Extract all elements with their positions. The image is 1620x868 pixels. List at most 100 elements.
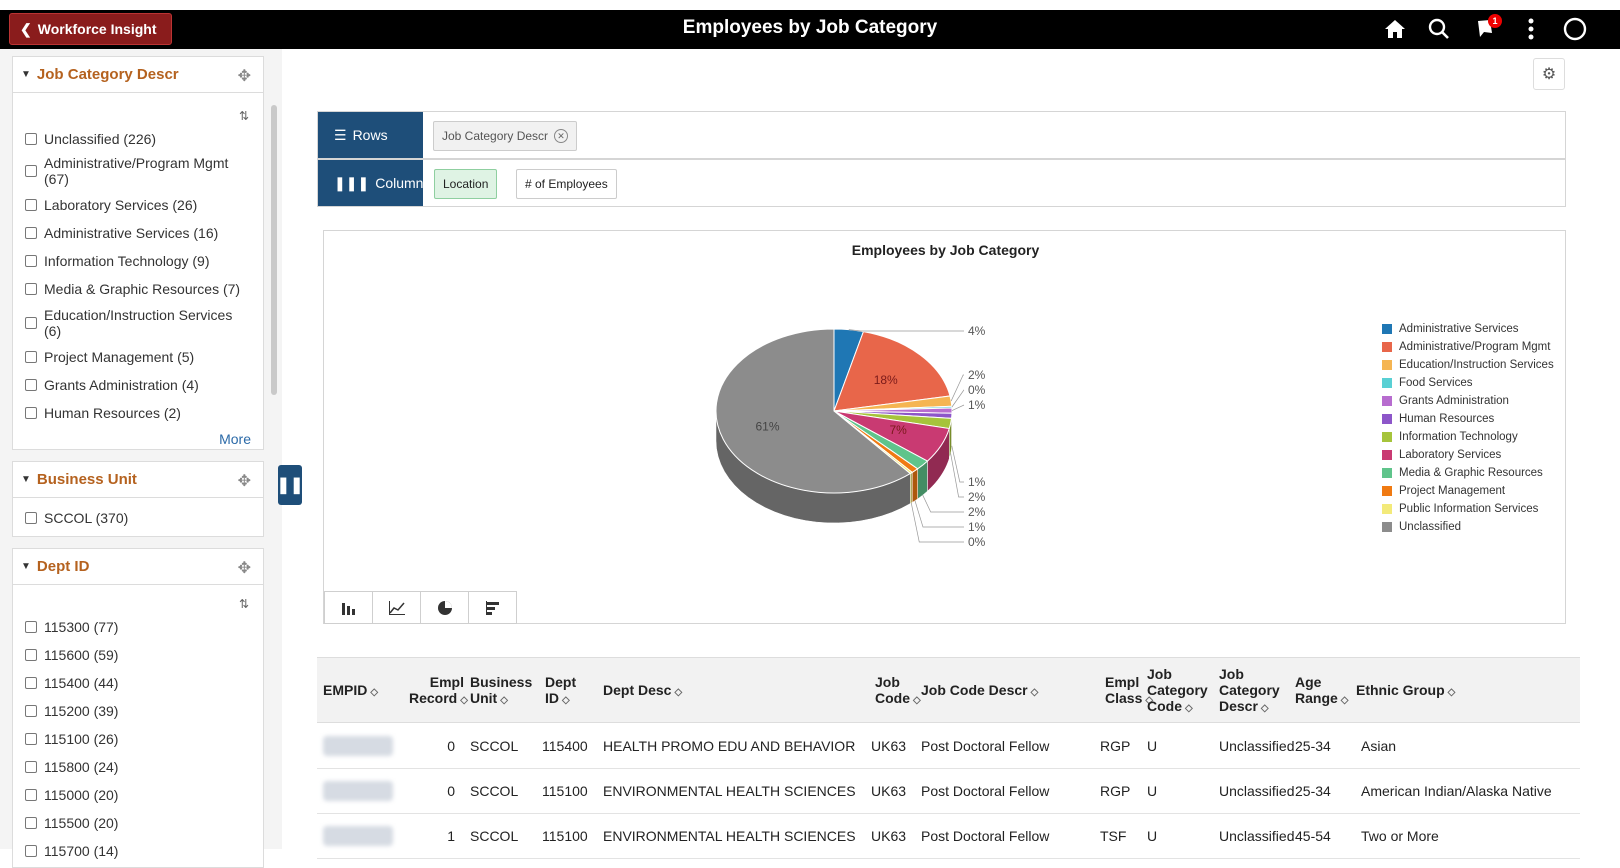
column-chip-location[interactable]: Location <box>434 169 497 199</box>
column-header[interactable]: JobCategoryCode◇ <box>1147 666 1208 717</box>
facet-option[interactable]: 115800 (24) <box>25 759 118 775</box>
facet-option[interactable]: 115200 (39) <box>25 703 118 719</box>
column-header[interactable]: EMPID◇ <box>323 682 378 701</box>
column-header[interactable]: Job Code Descr◇ <box>921 682 1038 701</box>
facet-option[interactable]: Media & Graphic Resources (7) <box>25 281 240 297</box>
collapse-triangle-icon[interactable]: ▼ <box>21 69 31 80</box>
notifications-icon[interactable]: 1 <box>1473 14 1503 44</box>
legend-item[interactable]: Administrative Services <box>1382 320 1554 338</box>
facet-option[interactable]: 115500 (20) <box>25 815 118 831</box>
collapse-panel-button[interactable]: ❚❚ <box>278 465 302 505</box>
remove-icon[interactable]: ✕ <box>554 129 568 143</box>
facet-scrollbar[interactable] <box>271 105 277 395</box>
legend-item[interactable]: Education/Instruction Services <box>1382 356 1554 374</box>
bar-chart-button[interactable] <box>324 591 373 624</box>
facet-option[interactable]: 115700 (14) <box>25 843 118 859</box>
column-header[interactable]: BusinessUnit◇ <box>470 674 532 709</box>
checkbox[interactable] <box>25 677 37 689</box>
sort-icon[interactable]: ◇ <box>460 695 468 706</box>
facet-option[interactable]: Education/Instruction Services (6) <box>25 307 245 339</box>
checkbox[interactable] <box>25 817 37 829</box>
column-header[interactable]: Dept Desc◇ <box>603 682 682 701</box>
pie-chart[interactable]: 18%7%61%4%2%0%1%1%2%2%1%0% <box>324 261 1384 611</box>
facet-option[interactable]: Human Resources (2) <box>25 405 181 421</box>
table-row[interactable]: 0SCCOL115400HEALTH PROMO EDU AND BEHAVIO… <box>317 724 1580 769</box>
checkbox[interactable] <box>25 733 37 745</box>
actions-menu-icon[interactable] <box>1516 14 1546 44</box>
column-header[interactable]: Ethnic Group◇ <box>1356 682 1455 701</box>
checkbox[interactable] <box>25 199 37 211</box>
table-row[interactable]: 1SCCOL115100ENVIRONMENTAL HEALTH SCIENCE… <box>317 814 1580 859</box>
legend-item[interactable]: Unclassified <box>1382 518 1554 536</box>
collapse-triangle-icon[interactable]: ▼ <box>21 474 31 485</box>
sort-icon[interactable]: ◇ <box>1031 687 1039 698</box>
settings-button[interactable]: ⚙ <box>1533 58 1565 90</box>
facet-option[interactable]: 115100 (26) <box>25 731 118 747</box>
facet-option[interactable]: Administrative/Program Mgmt (67) <box>25 155 245 187</box>
legend-item[interactable]: Information Technology <box>1382 428 1554 446</box>
checkbox[interactable] <box>25 761 37 773</box>
home-icon[interactable] <box>1380 14 1410 44</box>
facet-option[interactable]: Administrative Services (16) <box>25 225 218 241</box>
legend-item[interactable]: Public Information Services <box>1382 500 1554 518</box>
legend-item[interactable]: Grants Administration <box>1382 392 1554 410</box>
sort-icon[interactable]: ◇ <box>1341 695 1349 706</box>
checkbox[interactable] <box>25 789 37 801</box>
column-chip-employees[interactable]: # of Employees <box>516 169 617 199</box>
checkbox[interactable] <box>25 255 37 267</box>
checkbox[interactable] <box>25 317 37 329</box>
sort-icon[interactable]: ◇ <box>562 695 570 706</box>
checkbox[interactable] <box>25 407 37 419</box>
column-header[interactable]: JobCode◇ <box>875 674 921 709</box>
facet-business-unit-header[interactable]: ▼ Business Unit ✥ <box>13 462 263 498</box>
column-header[interactable]: EmplClass◇ <box>1105 674 1153 709</box>
column-header[interactable]: EmplRecord◇ <box>409 674 464 709</box>
checkbox[interactable] <box>25 283 37 295</box>
more-link[interactable]: More <box>219 431 251 447</box>
facet-option[interactable]: 115600 (59) <box>25 647 118 663</box>
facet-job-category-header[interactable]: ▼ Job Category Descr ✥ <box>13 57 263 93</box>
sort-icon[interactable]: ◇ <box>500 695 508 706</box>
facet-option[interactable]: 115000 (20) <box>25 787 118 803</box>
sort-icon[interactable]: ◇ <box>1185 703 1193 714</box>
checkbox[interactable] <box>25 845 37 857</box>
checkbox[interactable] <box>25 379 37 391</box>
legend-item[interactable]: Administrative/Program Mgmt <box>1382 338 1554 356</box>
line-chart-button[interactable] <box>372 591 421 624</box>
facet-option[interactable]: Project Management (5) <box>25 349 194 365</box>
search-icon[interactable] <box>1424 14 1454 44</box>
facet-option[interactable]: 115400 (44) <box>25 675 118 691</box>
column-header[interactable]: JobCategoryDescr◇ <box>1219 666 1280 717</box>
facet-option[interactable]: Grants Administration (4) <box>25 377 199 393</box>
facet-option[interactable]: Laboratory Services (26) <box>25 197 197 213</box>
checkbox[interactable] <box>25 649 37 661</box>
facet-option[interactable]: SCCOL (370) <box>25 510 128 526</box>
pie-slice-side[interactable] <box>912 469 917 503</box>
sort-icon[interactable]: ◇ <box>913 695 921 706</box>
checkbox[interactable] <box>25 512 37 524</box>
checkbox[interactable] <box>25 227 37 239</box>
facet-option[interactable]: 115300 (77) <box>25 619 118 635</box>
legend-item[interactable]: Project Management <box>1382 482 1554 500</box>
legend-item[interactable]: Human Resources <box>1382 410 1554 428</box>
facet-option[interactable]: Information Technology (9) <box>25 253 210 269</box>
facet-dept-id-header[interactable]: ▼ Dept ID ✥ <box>13 549 263 585</box>
sort-icon[interactable]: ⇅ <box>239 597 249 611</box>
checkbox[interactable] <box>25 351 37 363</box>
legend-item[interactable]: Food Services <box>1382 374 1554 392</box>
sort-icon[interactable]: ⇅ <box>239 109 249 123</box>
horizontal-bar-button[interactable] <box>468 591 517 624</box>
move-icon[interactable]: ✥ <box>238 66 251 86</box>
pie-chart-button[interactable] <box>420 591 469 624</box>
facet-option[interactable]: Unclassified (226) <box>25 131 156 147</box>
column-header[interactable]: AgeRange◇ <box>1295 674 1349 709</box>
navbar-icon[interactable] <box>1560 14 1590 44</box>
column-header[interactable]: DeptID◇ <box>545 674 576 709</box>
sort-icon[interactable]: ◇ <box>1448 687 1456 698</box>
table-row[interactable]: 0SCCOL115100ENVIRONMENTAL HEALTH SCIENCE… <box>317 769 1580 814</box>
move-icon[interactable]: ✥ <box>238 558 251 578</box>
sort-icon[interactable]: ◇ <box>370 687 378 698</box>
legend-item[interactable]: Media & Graphic Resources <box>1382 464 1554 482</box>
row-chip[interactable]: Job Category Descr ✕ <box>433 121 577 151</box>
sort-icon[interactable]: ◇ <box>674 687 682 698</box>
